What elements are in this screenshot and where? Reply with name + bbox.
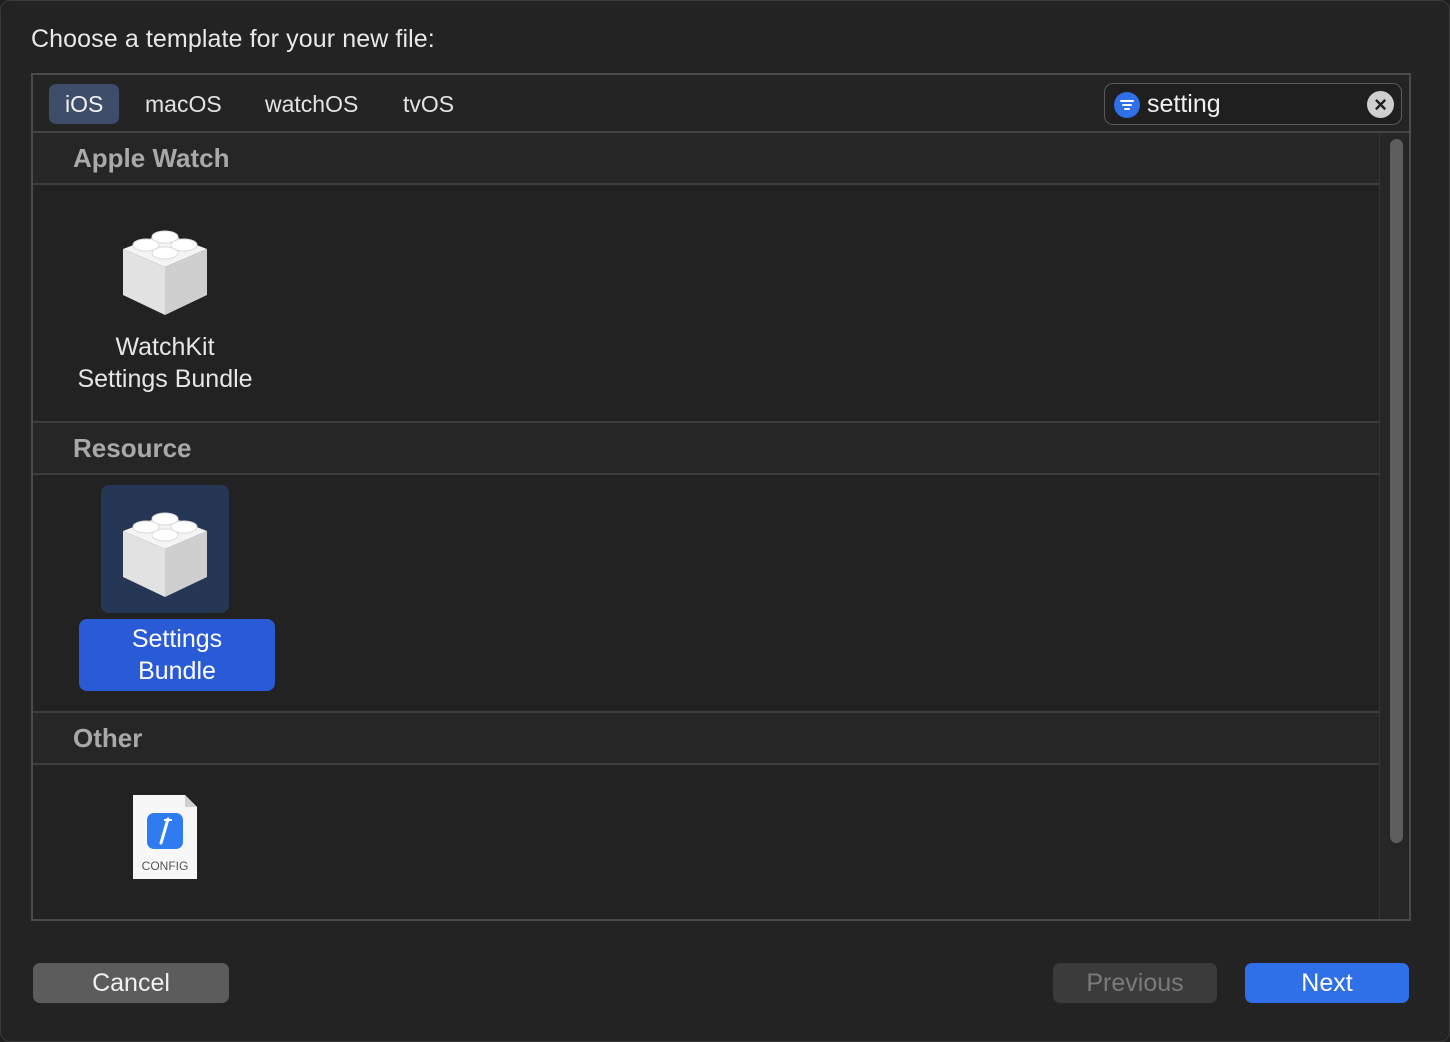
platform-tab-bar: iOS macOS watchOS tvOS ×: [33, 75, 1409, 133]
template-item-settings-bundle[interactable]: Settings Bundle: [55, 475, 275, 705]
section-title: Resource: [73, 433, 192, 463]
tab-tvos[interactable]: tvOS: [387, 84, 470, 124]
previous-button[interactable]: Previous: [1053, 963, 1217, 1003]
template-label-line2: Settings Bundle: [77, 365, 253, 393]
template-label-line1: WatchKit: [115, 333, 215, 361]
tab-macos[interactable]: macOS: [129, 84, 238, 124]
new-file-template-dialog: Choose a template for your new file: iOS…: [0, 0, 1450, 1042]
next-button[interactable]: Next: [1245, 963, 1409, 1003]
template-label-selected: Settings Bundle: [79, 619, 275, 691]
cancel-button[interactable]: Cancel: [33, 963, 229, 1003]
section-header-other: Other: [33, 713, 1379, 765]
list-scrollbar[interactable]: [1379, 133, 1409, 919]
section-header-resource: Resource: [33, 423, 1379, 475]
section-title: Other: [73, 723, 143, 753]
dialog-prompt: Choose a template for your new file:: [31, 25, 435, 53]
clear-icon[interactable]: ×: [1367, 91, 1394, 118]
search-field[interactable]: ×: [1104, 83, 1402, 125]
config-icon-text: CONFIG: [142, 859, 189, 873]
filter-icon[interactable]: [1114, 92, 1140, 118]
template-item-watchkit-settings-bundle[interactable]: WatchKit Settings Bundle: [55, 185, 275, 415]
template-panel: iOS macOS watchOS tvOS × Apple Watch: [31, 73, 1411, 921]
section-body-apple-watch: WatchKit Settings Bundle: [33, 185, 1379, 421]
template-item-config[interactable]: CONFIG: [55, 765, 275, 915]
config-file-icon: CONFIG: [101, 787, 229, 915]
lego-brick-icon: [101, 485, 229, 613]
tab-ios[interactable]: iOS: [49, 84, 120, 124]
section-body-resource: Settings Bundle: [33, 475, 1379, 711]
template-list: Apple Watch WatchKit Settings Bundle Res…: [33, 133, 1379, 919]
section-body-other: CONFIG: [33, 765, 1379, 919]
section-header-apple-watch: Apple Watch: [33, 133, 1379, 185]
section-title: Apple Watch: [73, 143, 230, 173]
lego-brick-icon: [101, 199, 229, 327]
scrollbar-thumb[interactable]: [1390, 139, 1403, 843]
search-input[interactable]: [1147, 88, 1357, 120]
tab-watchos[interactable]: watchOS: [249, 84, 374, 124]
